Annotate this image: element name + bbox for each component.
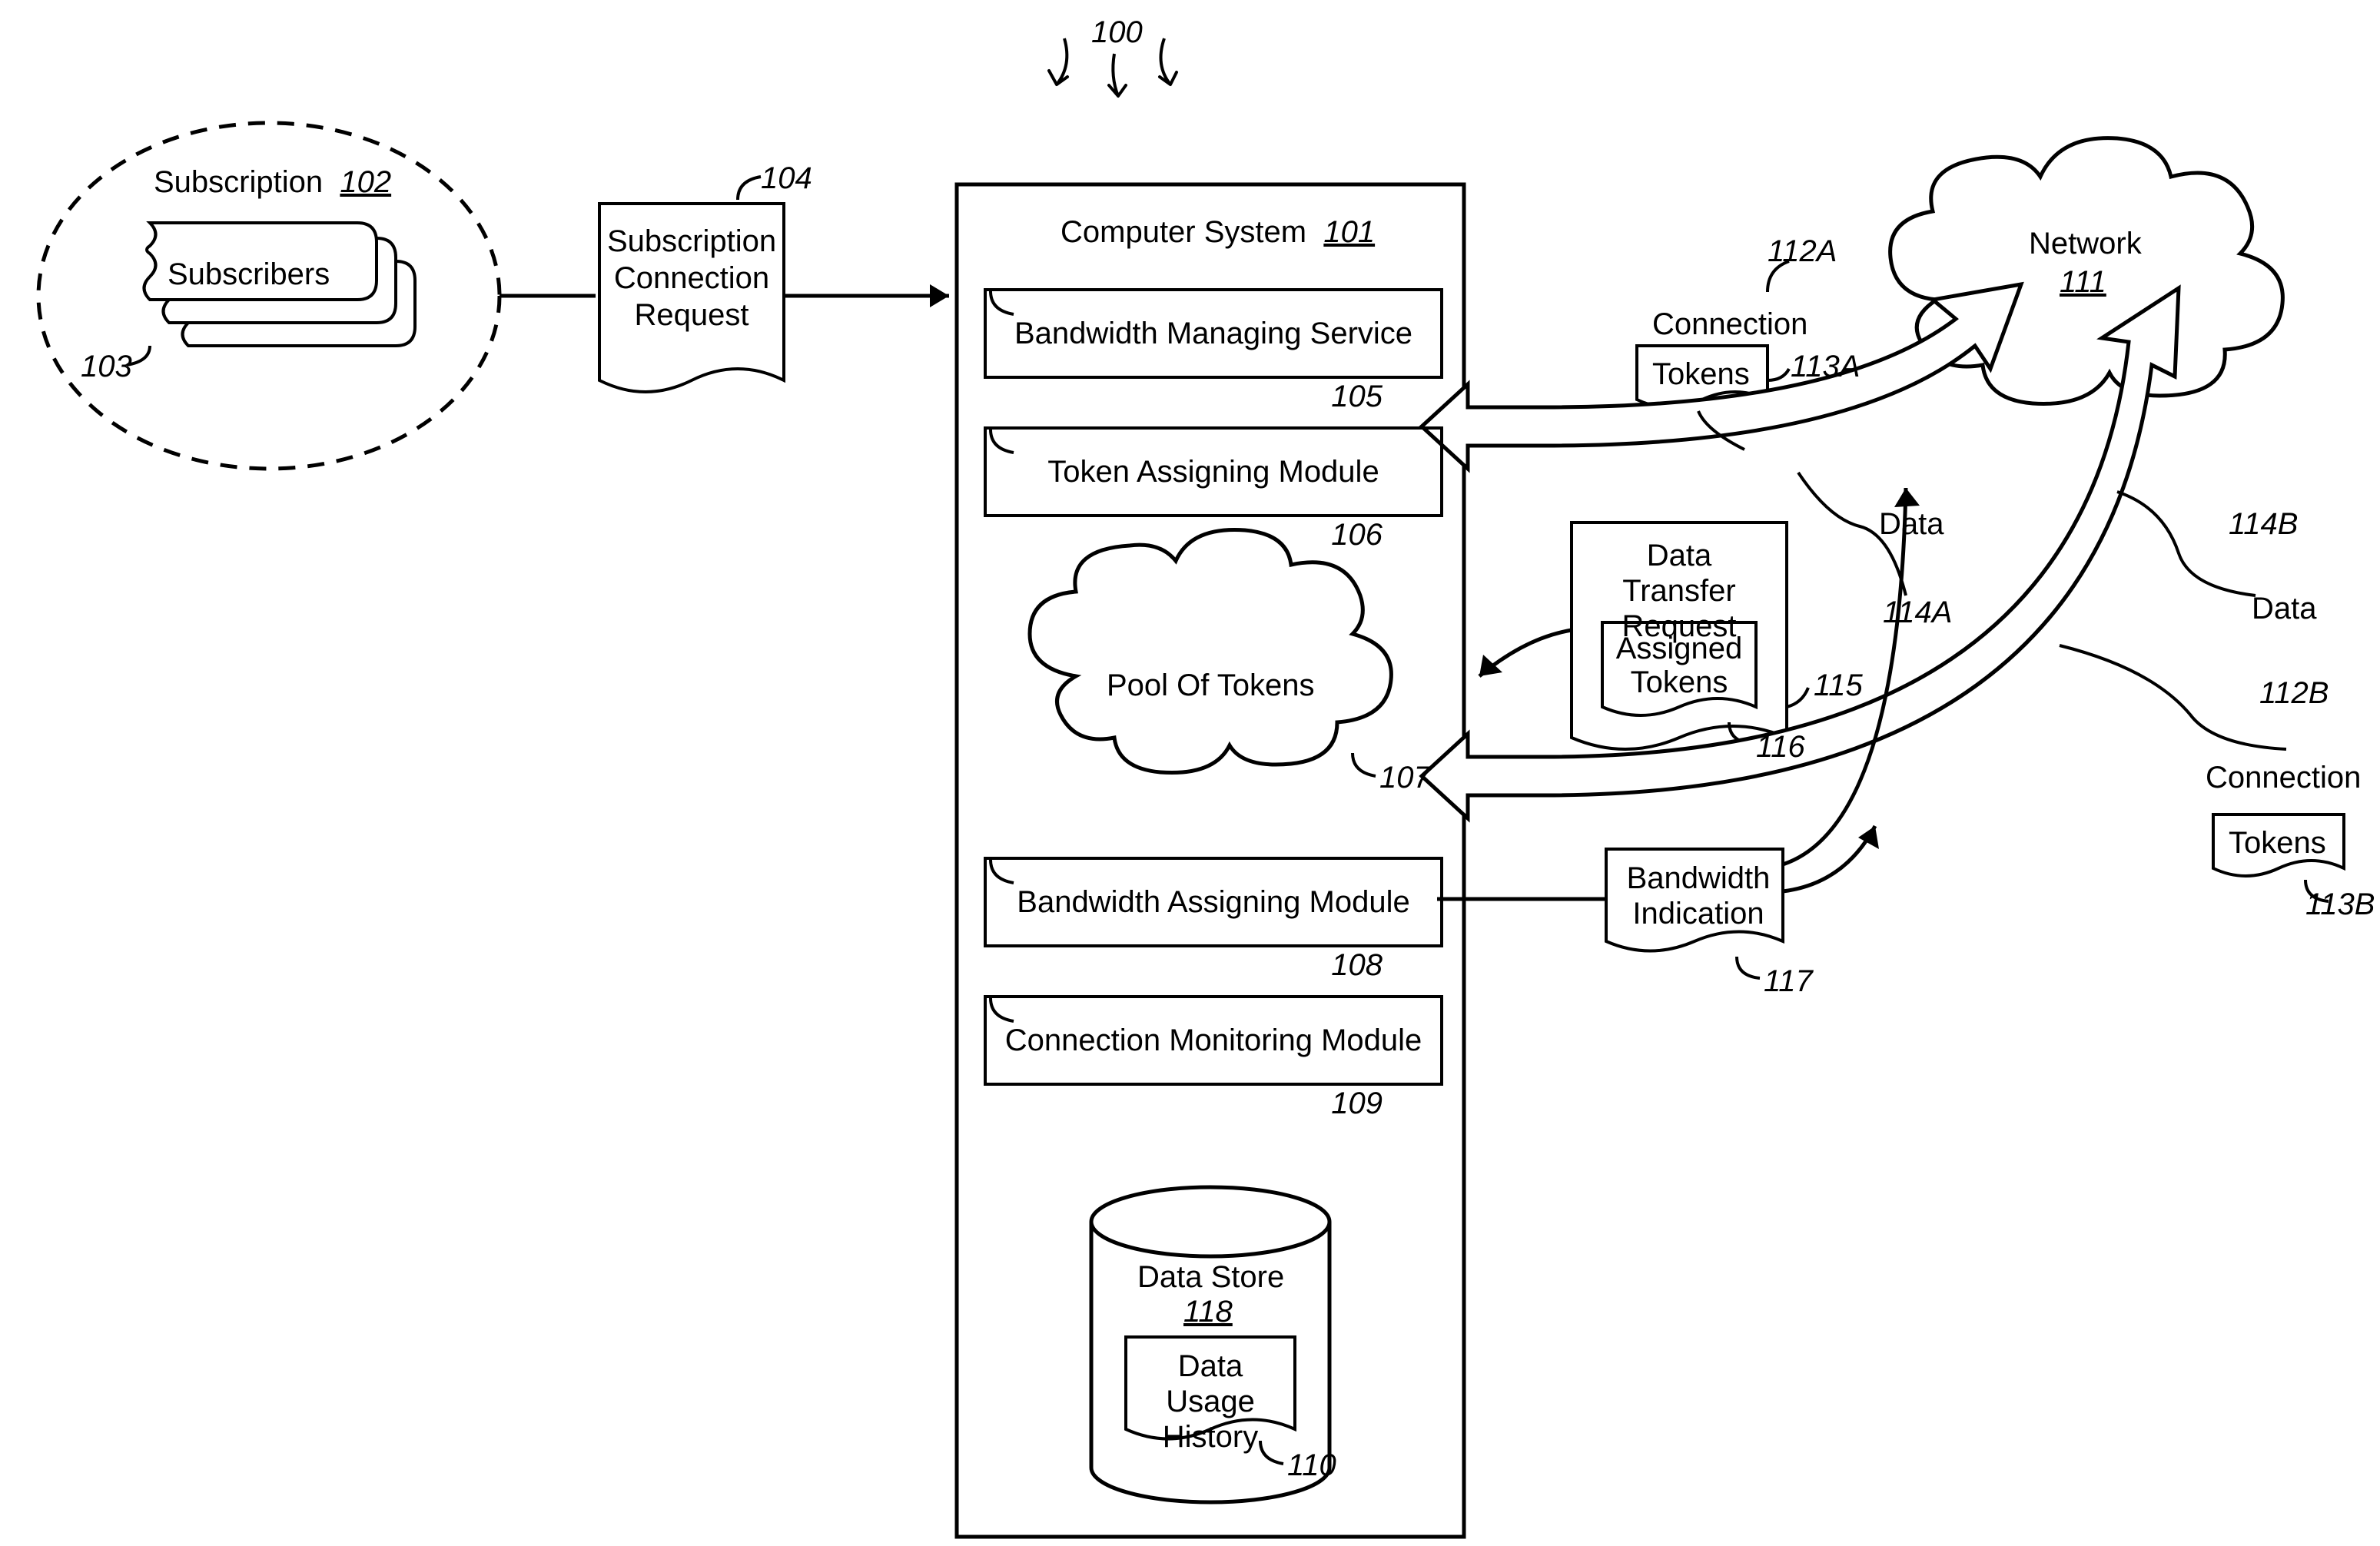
bw-label: BandwidthIndication	[1622, 861, 1775, 931]
dtr-ref: 115	[1814, 668, 1863, 703]
data-usage-history: Data UsageHistory	[1134, 1349, 1287, 1455]
dtr-tokens-ref: 116	[1756, 730, 1805, 765]
diagram-canvas: 100 Subscription 102 Subscribers 103 Sub…	[0, 0, 2380, 1546]
tokens-b-label: Tokens	[2229, 826, 2326, 861]
history-ref: 110	[1287, 1448, 1336, 1483]
conn-b-label: Connection	[2206, 761, 2361, 795]
conn-a-ref: 112A	[1768, 234, 1837, 269]
request-doc: Subscription Connection Request	[607, 223, 776, 333]
bandwidth-managing-service: Bandwidth Managing Service 105	[984, 288, 1443, 379]
network-label: Network	[2029, 227, 2142, 261]
data-b-label: Data	[2252, 592, 2317, 626]
subscribers-label: Subscribers	[168, 257, 330, 292]
data-store-ref: 118	[1183, 1295, 1233, 1329]
conn-b-ref: 112B	[2259, 676, 2329, 711]
data-store-label: Data Store	[1137, 1260, 1284, 1295]
conn-a-label: Connection	[1652, 307, 1807, 342]
dtr-tokens-label: AssignedTokens	[1610, 632, 1748, 699]
network-ref: 111	[2060, 265, 2106, 300]
token-assigning-module: Token Assigning Module 106	[984, 426, 1443, 517]
subscription-label: Subscription 102	[154, 165, 391, 200]
computer-title: Computer System 101	[1061, 215, 1375, 250]
dtr-label: Data TransferRequest	[1587, 538, 1771, 644]
bw-ref: 117	[1764, 964, 1813, 999]
data-a-label: Data	[1879, 507, 1944, 542]
tokens-a-ref: 113A	[1791, 350, 1860, 384]
request-ref: 104	[761, 161, 812, 196]
data-a-ref: 114A	[1883, 596, 1952, 630]
tokens-b-ref: 113B	[2305, 887, 2375, 922]
fig-ref: 100	[1091, 15, 1143, 50]
subscribers-ref: 103	[81, 350, 132, 384]
tokens-a-label: Tokens	[1652, 357, 1750, 392]
pool-of-tokens: Pool Of Tokens	[1107, 668, 1315, 703]
pool-ref: 107	[1379, 761, 1431, 795]
connection-monitoring-module: Connection Monitoring Module 109	[984, 995, 1443, 1086]
bandwidth-assigning-module: Bandwidth Assigning Module 108	[984, 857, 1443, 947]
data-b-ref: 114B	[2229, 507, 2298, 542]
